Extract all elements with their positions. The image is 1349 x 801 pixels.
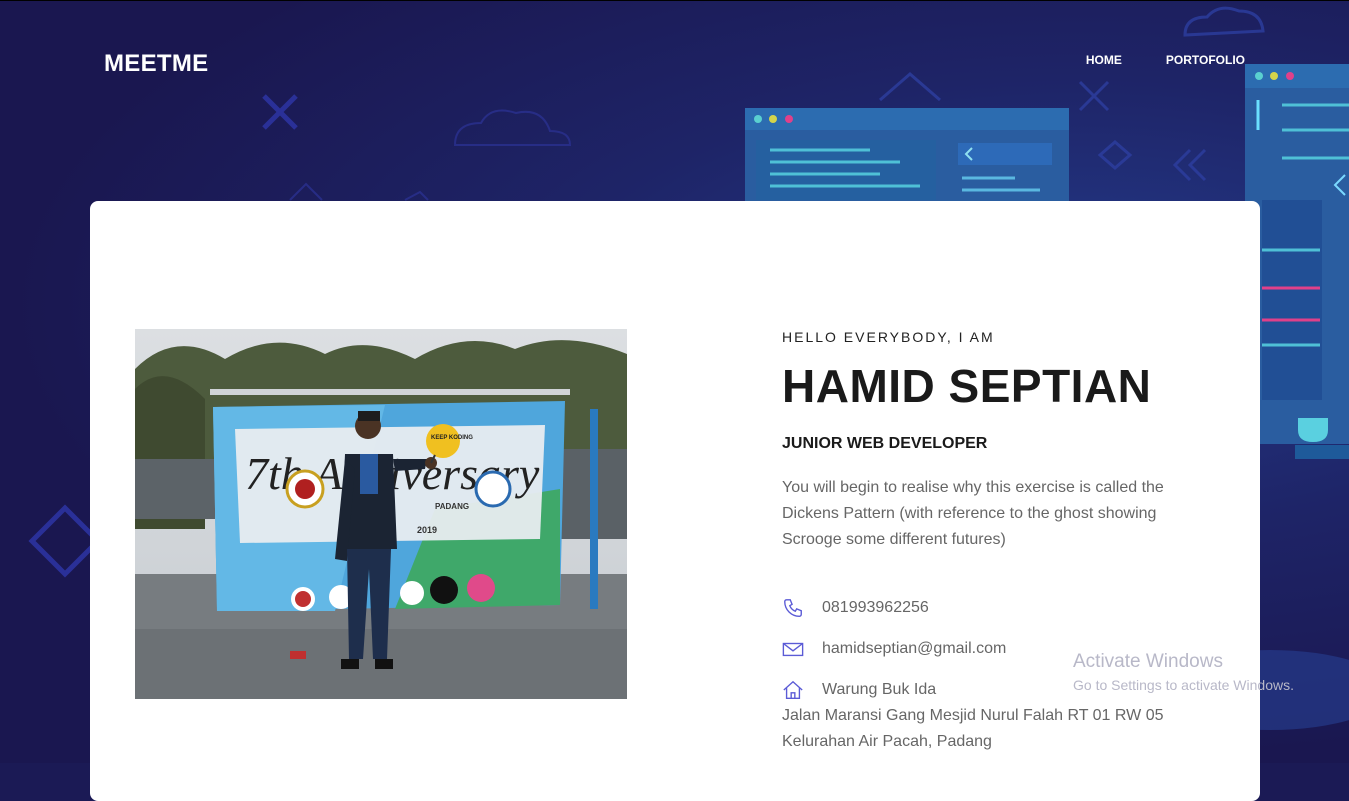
windows-activation-watermark: Activate Windows Go to Settings to activ… <box>1073 651 1294 693</box>
main-nav: HOME PORTOFOLIO <box>1042 53 1245 67</box>
top-border <box>0 0 1349 1</box>
watermark-title: Activate Windows <box>1073 651 1223 672</box>
contact-phone-row: 081993962256 <box>782 595 1202 621</box>
phone-icon <box>782 595 822 621</box>
contact-email[interactable]: hamidseptian@gmail.com <box>822 636 1006 662</box>
contact-address-line2: Jalan Maransi Gang Mesjid Nurul Falah RT… <box>782 707 1164 724</box>
envelope-icon <box>782 636 822 662</box>
profile-name: HAMID SEPTIAN <box>782 360 1152 412</box>
profile-photo: 7th Anniversary PADANG 2019 KEEP KODING <box>135 329 627 699</box>
contact-address-line3: Kelurahan Air Pacah, Padang <box>782 733 992 750</box>
banner-badge: KEEP KODING <box>431 435 473 441</box>
profile-photo-image: 7th Anniversary PADANG 2019 KEEP KODING <box>135 329 627 699</box>
watermark-subtitle: Go to Settings to activate Windows. <box>1073 677 1294 693</box>
profile-card: 7th Anniversary PADANG 2019 KEEP KODING … <box>90 201 1260 801</box>
profile-role: JUNIOR WEB DEVELOPER <box>782 435 988 452</box>
nav-home-link[interactable]: HOME <box>1086 53 1122 67</box>
profile-description: You will begin to realise why this exerc… <box>782 479 1164 548</box>
site-logo[interactable]: MEETME <box>104 50 208 78</box>
banner-sub: PADANG <box>435 502 469 511</box>
greeting-text: HELLO EVERYBODY, I AM <box>782 329 995 345</box>
banner-year: 2019 <box>417 525 437 535</box>
contact-phone[interactable]: 081993962256 <box>822 595 929 621</box>
home-icon <box>782 677 822 703</box>
nav-portofolio-link[interactable]: PORTOFOLIO <box>1166 53 1245 67</box>
contact-address-line1: Warung Buk Ida <box>822 681 937 698</box>
